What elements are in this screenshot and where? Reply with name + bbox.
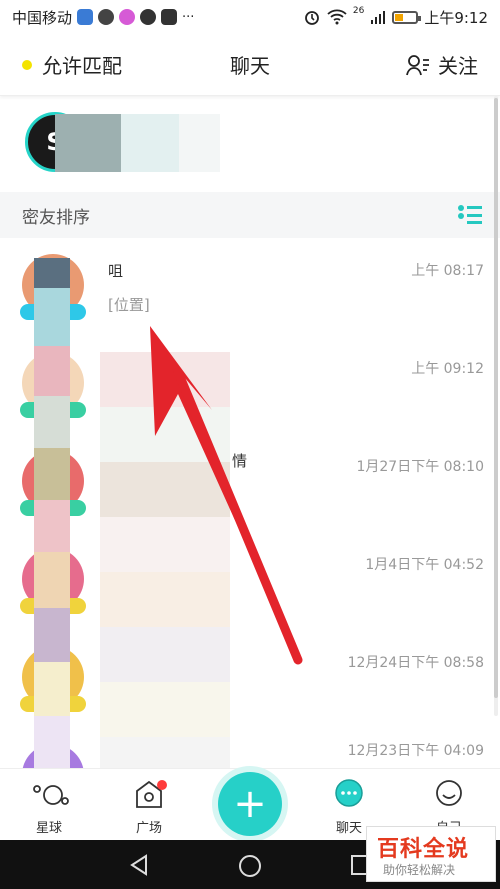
chat-row[interactable]: 上午 09:12 [0,336,500,434]
allow-match-label: 允许匹配 [42,54,122,78]
nav-chat-label: 聊天 [335,821,362,836]
alarm-icon [304,11,319,25]
chat-time: 上午 09:12 [411,361,484,377]
chat-time: 1月27日下午 08:10 [356,459,484,475]
wifi-icon [327,9,347,25]
app-header: 允许匹配 聊天 关注 [0,34,500,96]
watermark-subtitle: 助你轻松解决 [383,863,456,877]
chat-row[interactable]: 1月4日下午 04:52 [0,532,500,630]
follow-label: 关注 [438,54,478,78]
match-status-dot [22,59,32,70]
carrier-label: 中国移动 [12,8,73,27]
chat-list: 咀 [位置] 上午 08:17 上午 09:12 情 1月27日下午 08:10… [0,238,500,768]
nav-square[interactable]: 广场 [114,777,184,836]
chat-name: 咀 [108,262,124,280]
nav-planet[interactable]: 星球 [14,777,84,836]
list-sort-icon[interactable] [458,205,482,225]
signal-icon [371,11,386,24]
shield-icon [77,9,94,25]
chat-time: 12月24日下午 08:58 [347,655,484,671]
signal-badge: 26 [352,6,365,16]
chat-time: 1月4日下午 04:52 [365,557,484,573]
chat-time: 上午 08:17 [411,263,484,279]
chat-time: 12月23日下午 04:09 [347,743,484,759]
create-button[interactable]: + [218,772,282,836]
message-icon [140,9,157,25]
nav-planet-label: 星球 [35,821,62,836]
chat-preview: [位置] [108,296,150,314]
tiktok-icon [161,9,178,25]
scrollbar[interactable] [494,96,498,716]
watermark-title: 百科全说 [377,837,470,862]
watermark-logo: 百科全说 助你轻松解决 [366,826,496,882]
more-icon: ··· [182,9,195,25]
home-icon[interactable] [238,854,262,878]
chat-bubble-icon [335,779,363,807]
chat-preview: 情 [232,452,248,470]
nav-square-label: 广场 [135,821,162,836]
chat-row[interactable]: 12月23日下午 04:09 [0,728,500,768]
status-time: 上午9:12 [424,8,488,27]
planet-icon [33,785,69,805]
status-bar: 中国移动 ··· 26 上午9:12 [0,0,500,34]
chat-row[interactable]: 情 1月27日下午 08:10 [0,434,500,532]
allow-match-toggle[interactable]: 允许匹配 [22,50,122,79]
back-icon[interactable] [128,854,150,876]
chat-row[interactable]: 咀 [位置] 上午 08:17 [0,238,500,336]
pinned-contact[interactable]: S [0,100,500,190]
plus-icon: + [233,781,267,827]
section-title: 密友排序 [22,207,90,228]
close-friends-section: 密友排序 [0,192,500,238]
chat-row[interactable]: 12月24日下午 08:58 [0,630,500,728]
follow-button[interactable]: 关注 [406,50,478,79]
privacy-mosaic [100,352,230,772]
notification-dot [157,780,167,790]
soul-icon [98,9,115,25]
battery-icon [392,10,422,24]
scrollbar-thumb[interactable] [494,98,498,698]
privacy-mosaic [34,258,70,778]
smile-icon [436,780,462,806]
blurred-name [55,114,220,172]
app-icon [119,9,136,25]
follow-user-icon [406,54,429,75]
